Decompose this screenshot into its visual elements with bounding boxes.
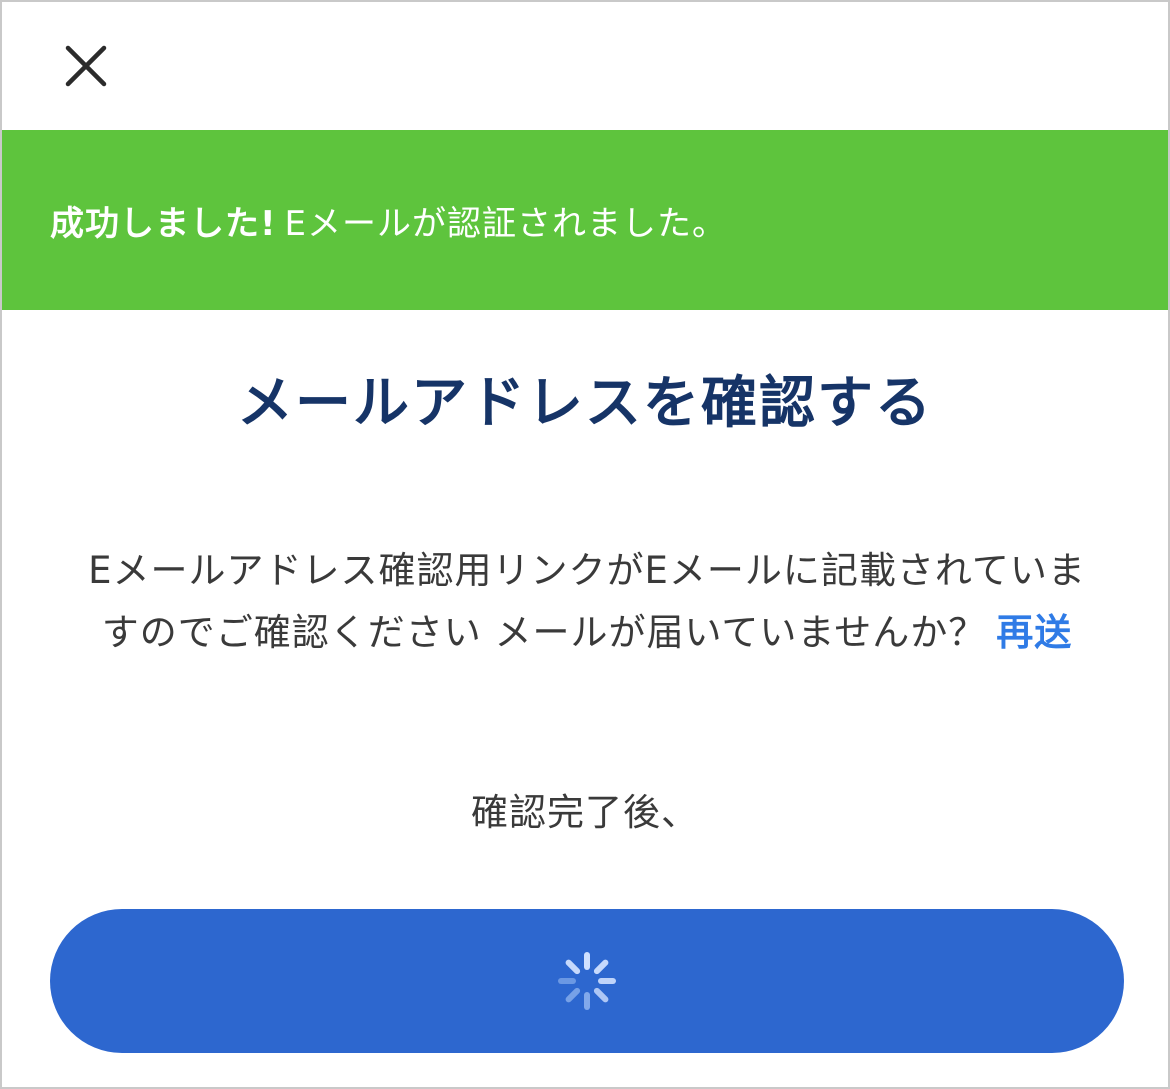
continue-button[interactable] (50, 909, 1124, 1053)
instruction-message: Eメールアドレス確認用リンクがEメールに記載されていますのでご確認ください メー… (88, 549, 1086, 654)
after-confirm-text: 確認完了後、 (471, 791, 699, 834)
success-message: Eメールが認証されました。 (284, 203, 727, 244)
close-icon (65, 45, 107, 87)
page-title: メールアドレスを確認する (237, 371, 933, 436)
modal-window: 成功しました! Eメールが認証されました。 メールアドレスを確認する Eメールア… (0, 0, 1170, 1089)
instruction-text: Eメールアドレス確認用リンクがEメールに記載されていますのでご確認ください メー… (72, 540, 1102, 664)
success-banner: 成功しました! Eメールが認証されました。 (2, 130, 1168, 310)
close-button[interactable] (62, 42, 110, 90)
resend-link[interactable]: 再送 (996, 611, 1072, 654)
loading-spinner-icon (558, 952, 616, 1010)
success-status-label: 成功しました! (50, 203, 277, 244)
